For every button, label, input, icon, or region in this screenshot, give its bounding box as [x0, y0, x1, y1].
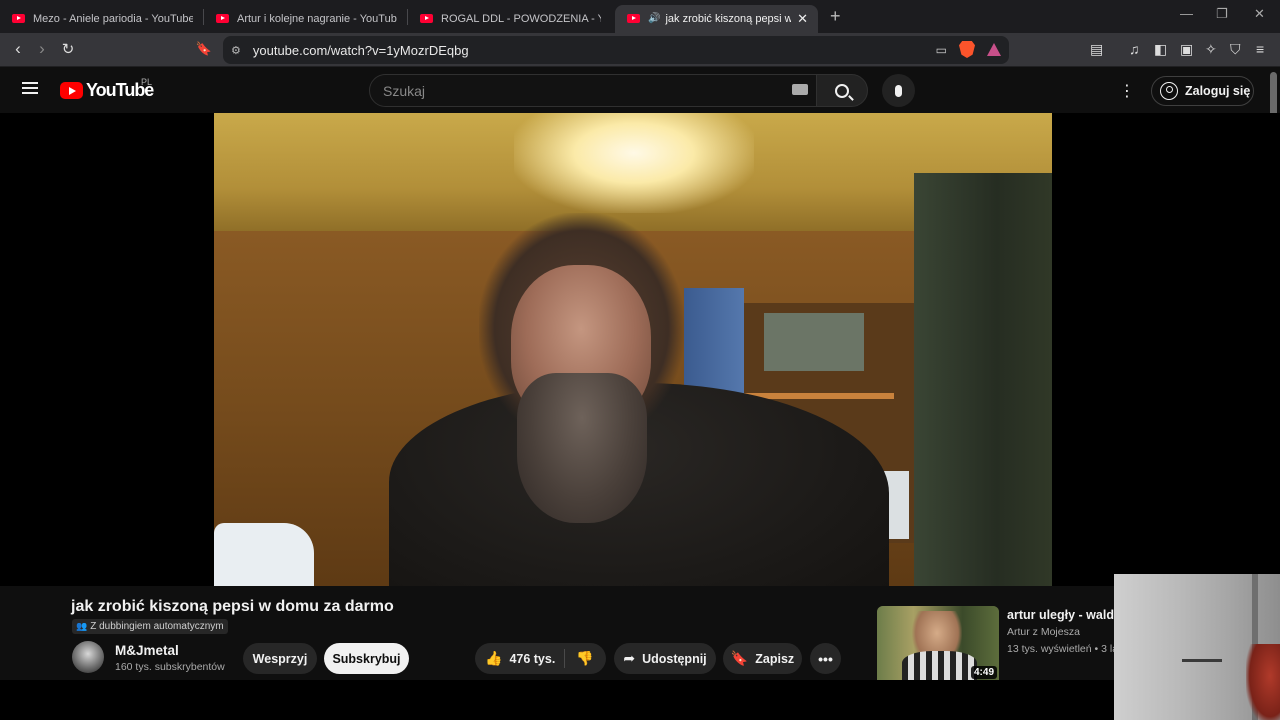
video-frame-pillow	[214, 523, 314, 586]
save-icon: 🔖	[730, 650, 749, 666]
browser-tab[interactable]: Artur i kolejne nagranie - YouTube	[204, 5, 407, 33]
browser-toolbar: ‹ › ↻ 🔖 ⚙ youtube.com/watch?v=1yMozrDEqb…	[0, 33, 1280, 67]
related-video-channel[interactable]: Artur z Mojesza	[1007, 626, 1114, 638]
like-button[interactable]: 👍 476 tys.	[475, 650, 564, 667]
more-actions-button[interactable]: •••	[810, 643, 841, 674]
bottom-area	[0, 680, 1114, 720]
save-button[interactable]: 🔖 Zapisz	[723, 643, 802, 674]
dislike-icon: 👎	[576, 650, 594, 666]
dislike-button[interactable]: 👎	[565, 650, 593, 667]
brave-shield-icon[interactable]	[959, 41, 975, 58]
youtube-favicon-icon	[216, 14, 229, 23]
wallet-icon[interactable]: ▣	[1180, 41, 1193, 58]
forward-icon[interactable]: ›	[30, 39, 54, 59]
site-settings-icon[interactable]: ⚙	[231, 44, 241, 57]
video-title: jak zrobić kiszoną pepsi w domu za darmo	[71, 598, 394, 615]
people-icon: 👥	[76, 621, 88, 631]
overlay-webcam-window[interactable]	[1114, 574, 1280, 720]
search-input[interactable]	[383, 82, 773, 99]
share-label: Udostępnij	[642, 651, 707, 666]
channel-name[interactable]: M&Jmetal	[115, 643, 179, 658]
signin-button[interactable]: Zaloguj się	[1151, 76, 1254, 106]
country-code: PL	[141, 77, 153, 87]
channel-avatar[interactable]	[72, 641, 104, 673]
address-bar-actions: ▭	[936, 41, 1001, 58]
media-icon[interactable]: ♫	[1129, 41, 1140, 57]
minimize-icon[interactable]: —	[1180, 6, 1193, 21]
video-frame-window	[764, 313, 864, 371]
user-icon	[1160, 82, 1178, 100]
url-text: youtube.com/watch?v=1yMozrDEqbg	[252, 42, 469, 58]
address-bar[interactable]: ⚙ youtube.com/watch?v=1yMozrDEqbg ▭	[223, 36, 1009, 64]
search-box	[369, 74, 817, 107]
dub-badge: 👥 Z dubbingiem automatycznym	[72, 619, 228, 634]
browser-tab-active[interactable]: 🔊 jak zrobić kiszoną pepsi w domu za dar…	[615, 4, 818, 33]
restore-icon[interactable]: ❐	[1216, 6, 1228, 22]
youtube-favicon-icon	[420, 14, 433, 23]
window-close-icon[interactable]: ✕	[1254, 6, 1265, 22]
dub-badge-label: Z dubbingiem automatycznym	[90, 621, 224, 632]
reload-icon[interactable]: ↻	[56, 40, 80, 58]
video-frame-beard	[517, 373, 647, 523]
more-vert-icon[interactable]: ⋮	[1119, 81, 1135, 101]
signin-label: Zaloguj się	[1185, 84, 1251, 98]
search-icon	[835, 83, 849, 98]
support-button[interactable]: Wesprzyj	[243, 643, 317, 674]
video-frame-shelves	[914, 173, 1052, 586]
related-video-meta: 13 tys. wyświetleń • 3 la	[1007, 643, 1114, 655]
youtube-logo[interactable]: YouTube	[60, 80, 154, 101]
youtube-favicon-icon	[12, 14, 25, 23]
overlay-person	[1246, 644, 1280, 720]
youtube-play-icon	[60, 82, 83, 99]
like-icon: 👍	[485, 650, 503, 666]
vpn-icon[interactable]: ⛉	[1230, 41, 1241, 58]
voice-search-button[interactable]	[882, 74, 915, 107]
tab-label: Mezo - Aniele pariodia - YouTube	[33, 12, 193, 25]
share-button[interactable]: ➦ Udostępnij	[614, 643, 716, 674]
tab-label: Artur i kolejne nagranie - YouTube	[237, 12, 397, 25]
thumbnail-shirt	[902, 651, 977, 680]
search-button[interactable]	[816, 74, 868, 107]
video-frame-person	[479, 213, 684, 543]
subscriber-count: 160 tys. subskrybentów	[115, 661, 225, 673]
browser-tab[interactable]: Mezo - Aniele pariodia - YouTube	[0, 5, 203, 33]
like-dislike-group: 👍 476 tys. 👎	[475, 643, 606, 674]
cast-icon[interactable]: ▭	[936, 43, 947, 57]
tab-label: jak zrobić kiszoną pepsi w domu za darmo	[665, 12, 792, 25]
like-count: 476 tys.	[509, 651, 556, 666]
new-tab-icon[interactable]: +	[830, 6, 841, 27]
keyboard-icon[interactable]	[792, 84, 808, 95]
share-icon: ➦	[623, 650, 636, 666]
browser-menu-icon[interactable]: ≡	[1256, 41, 1264, 57]
menu-icon[interactable]	[22, 82, 38, 94]
browser-tab-strip: Mezo - Aniele pariodia - YouTube Artur i…	[0, 0, 1280, 33]
youtube-header: YouTube PL ⋮ Zaloguj się	[0, 67, 1280, 113]
bookmark-icon[interactable]: 🔖	[192, 41, 216, 57]
reader-mode-icon[interactable]: ▤	[1090, 41, 1103, 58]
leo-ai-icon[interactable]: ✧	[1205, 41, 1217, 58]
speaker-icon[interactable]: 🔊	[648, 13, 660, 24]
overlay-handle	[1182, 659, 1222, 673]
save-label: Zapisz	[755, 651, 795, 666]
related-video-title[interactable]: artur uległy - waldek	[1007, 608, 1114, 622]
video-player[interactable]	[214, 113, 1052, 586]
more-horiz-icon: •••	[818, 650, 833, 667]
back-icon[interactable]: ‹	[6, 39, 30, 59]
sidebar-icon[interactable]: ◧	[1154, 41, 1167, 58]
close-icon[interactable]: ✕	[797, 11, 808, 27]
brave-rewards-icon[interactable]	[987, 43, 1001, 56]
subscribe-button[interactable]: Subskrybuj	[324, 643, 409, 674]
related-video-duration: 4:49	[971, 666, 998, 679]
browser-tab[interactable]: ROGAL DDL - POWODZENIA - YouTube	[408, 5, 611, 33]
mic-icon	[895, 84, 902, 97]
youtube-favicon-icon	[627, 14, 640, 23]
tab-label: ROGAL DDL - POWODZENIA - YouTube	[441, 12, 601, 25]
